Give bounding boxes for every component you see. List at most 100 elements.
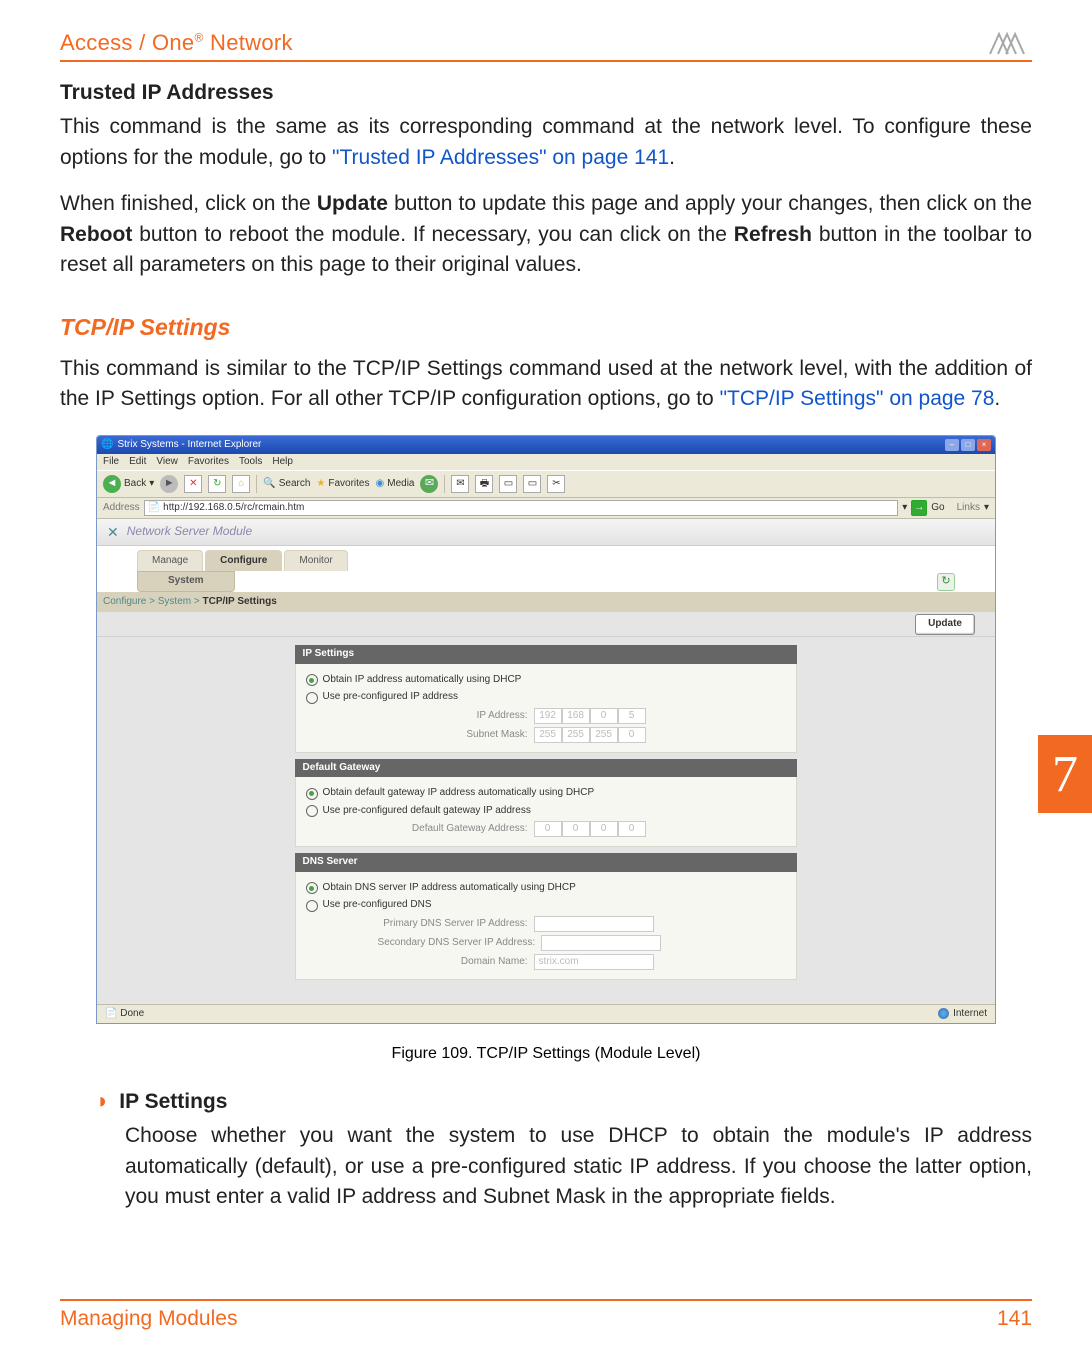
ip-dhcp-option[interactable]: Obtain IP address automatically using DH… — [306, 673, 787, 688]
ip-octet[interactable]: 5 — [618, 708, 646, 724]
link-tcpip[interactable]: "TCP/IP Settings" on page 78 — [720, 387, 995, 410]
module-title: Network Server Module — [127, 523, 252, 540]
subtab-row: System ↻ — [97, 571, 995, 592]
text: button to update this page and apply you… — [388, 192, 1032, 215]
zone-label: Internet — [953, 1007, 987, 1022]
footer-left: Managing Modules — [60, 1307, 237, 1331]
menu-tools[interactable]: Tools — [239, 455, 262, 470]
gw-dhcp-option[interactable]: Obtain default gateway IP address automa… — [306, 786, 787, 801]
gw-octet[interactable]: 0 — [590, 821, 618, 837]
link-trusted-ip[interactable]: "Trusted IP Addresses" on page 141 — [332, 146, 669, 169]
mask-octet[interactable]: 255 — [534, 727, 562, 743]
dns-static-option[interactable]: Use pre-configured DNS — [306, 898, 787, 913]
ip-static-option[interactable]: Use pre-configured IP address — [306, 690, 787, 705]
media-button[interactable]: ◉Media — [376, 477, 415, 492]
minimize-button[interactable]: – — [945, 439, 959, 451]
ip-octet[interactable]: 168 — [562, 708, 590, 724]
window-titlebar: 🌐 Strix Systems - Internet Explorer – □ … — [97, 436, 995, 454]
bullet-body: Choose whether you want the system to us… — [125, 1121, 1032, 1212]
radio-checked-icon — [306, 674, 318, 686]
menu-view[interactable]: View — [156, 455, 178, 470]
bold-refresh: Refresh — [734, 223, 812, 246]
search-button[interactable]: 🔍Search — [263, 477, 310, 492]
gw-octet[interactable]: 0 — [562, 821, 590, 837]
mask-octet[interactable]: 0 — [618, 727, 646, 743]
radio-checked-icon — [306, 882, 318, 894]
registered-mark: ® — [194, 31, 203, 45]
links-dropdown-icon[interactable]: ▾ — [984, 501, 989, 516]
gw-octet[interactable]: 0 — [618, 821, 646, 837]
gw-octet[interactable]: 0 — [534, 821, 562, 837]
trusted-ip-para1: This command is the same as its correspo… — [60, 112, 1032, 173]
address-input[interactable]: 📄 http://192.168.0.5/rc/rcmain.htm — [144, 500, 899, 516]
product-title: Access / One® Network — [60, 30, 293, 56]
print-button[interactable]: 🖶 — [475, 475, 493, 493]
status-left: 📄 Done — [105, 1007, 144, 1022]
subtab-system[interactable]: System — [137, 571, 235, 592]
settings-area: IP Settings Obtain IP address automatica… — [97, 637, 995, 1004]
chevron-down-icon: ▾ — [149, 477, 154, 492]
stop-button[interactable]: ✕ — [184, 475, 202, 493]
links-label[interactable]: Links — [957, 501, 980, 516]
favorites-label: Favorites — [328, 477, 369, 492]
panel-ip-title: IP Settings — [295, 645, 798, 664]
trusted-ip-para2: When finished, click on the Update butto… — [60, 189, 1032, 280]
footer-page-number: 141 — [997, 1307, 1032, 1331]
radio-icon — [306, 692, 318, 704]
separator — [256, 475, 257, 493]
back-button[interactable]: ◄Back▾ — [103, 475, 154, 493]
discuss-button[interactable]: ▭ — [523, 475, 541, 493]
dns-domain-label: Domain Name: — [378, 955, 528, 970]
tab-monitor[interactable]: Monitor — [284, 550, 347, 572]
tcpip-heading: TCP/IP Settings — [60, 311, 1032, 344]
bullet-ip-settings: ◗ IP Settings — [96, 1087, 1032, 1117]
dns-secondary-label: Secondary DNS Server IP Address: — [378, 936, 536, 951]
extra-button[interactable]: ✂ — [547, 475, 565, 493]
history-button[interactable]: ✉ — [420, 475, 438, 493]
forward-button[interactable]: ► — [160, 475, 178, 493]
address-value: http://192.168.0.5/rc/rcmain.htm — [163, 501, 304, 516]
dns-dhcp-option[interactable]: Obtain DNS server IP address automatical… — [306, 881, 787, 896]
menu-favorites[interactable]: Favorites — [188, 455, 229, 470]
dns-secondary-input[interactable] — [541, 935, 661, 951]
maximize-button[interactable]: □ — [961, 439, 975, 451]
radio-icon — [306, 805, 318, 817]
ip-address-row: IP Address: 192 168 0 5 — [378, 708, 787, 724]
page-refresh-icon[interactable]: ↻ — [937, 573, 955, 591]
ip-address-label: IP Address: — [378, 709, 528, 724]
mask-octet[interactable]: 255 — [562, 727, 590, 743]
media-icon: ◉ — [376, 477, 385, 492]
browser-window: 🌐 Strix Systems - Internet Explorer – □ … — [96, 435, 996, 1024]
radio-checked-icon — [306, 788, 318, 800]
edit-button[interactable]: ▭ — [499, 475, 517, 493]
tab-manage[interactable]: Manage — [137, 550, 203, 572]
gw-static-option[interactable]: Use pre-configured default gateway IP ad… — [306, 804, 787, 819]
radio-icon — [306, 900, 318, 912]
address-dropdown-icon[interactable]: ▾ — [902, 501, 907, 516]
update-button[interactable]: Update — [915, 614, 975, 635]
menu-help[interactable]: Help — [272, 455, 293, 470]
radio-label: Use pre-configured IP address — [323, 690, 458, 705]
dns-domain-input[interactable]: strix.com — [534, 954, 654, 970]
menu-edit[interactable]: Edit — [129, 455, 146, 470]
menu-file[interactable]: File — [103, 455, 119, 470]
ip-octet[interactable]: 192 — [534, 708, 562, 724]
dns-primary-input[interactable] — [534, 916, 654, 932]
tab-configure[interactable]: Configure — [205, 550, 282, 572]
star-icon: ★ — [316, 477, 325, 492]
close-button[interactable]: × — [977, 439, 991, 451]
dns-primary-row: Primary DNS Server IP Address: — [378, 916, 787, 932]
radio-label: Obtain default gateway IP address automa… — [323, 786, 595, 801]
mail-button[interactable]: ✉ — [451, 475, 469, 493]
ip-octet[interactable]: 0 — [590, 708, 618, 724]
search-icon: 🔍 — [263, 477, 275, 492]
figure-109: 🌐 Strix Systems - Internet Explorer – □ … — [96, 435, 996, 1065]
media-label: Media — [387, 477, 414, 492]
back-label: Back — [124, 477, 146, 492]
refresh-button[interactable]: ↻ — [208, 475, 226, 493]
favorites-button[interactable]: ★Favorites — [316, 477, 369, 492]
home-button[interactable]: ⌂ — [232, 475, 250, 493]
mask-octet[interactable]: 255 — [590, 727, 618, 743]
go-button[interactable]: → — [911, 500, 927, 516]
panel-default-gateway: Default Gateway Obtain default gateway I… — [295, 759, 798, 848]
